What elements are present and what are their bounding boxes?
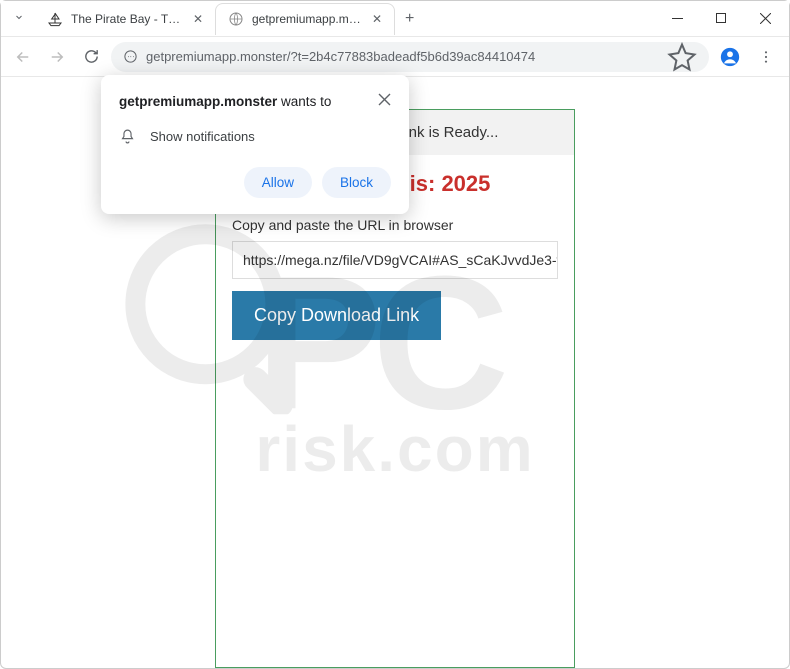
site-info-icon[interactable]: [123, 49, 138, 64]
maximize-icon: [716, 13, 727, 24]
reload-icon: [83, 48, 100, 65]
permission-row: Show notifications: [119, 128, 391, 145]
profile-avatar-icon: [719, 46, 741, 68]
new-tab-button[interactable]: +: [395, 10, 424, 28]
password-value: 2025: [441, 171, 490, 196]
block-button[interactable]: Block: [322, 167, 391, 198]
browser-tab-inactive[interactable]: The Pirate Bay - The galaxy's m ✕: [35, 3, 215, 35]
forward-button: [43, 43, 71, 71]
popup-site-name: getpremiumapp.monster: [119, 94, 277, 109]
address-bar[interactable]: getpremiumapp.monster/?t=2b4c77883badead…: [111, 42, 709, 72]
bookmark-star-icon[interactable]: [667, 42, 697, 72]
tab-scroll-chevron[interactable]: [3, 10, 35, 28]
copy-download-link-button[interactable]: Copy Download Link: [232, 291, 441, 340]
browser-toolbar: getpremiumapp.monster/?t=2b4c77883badead…: [1, 37, 789, 77]
close-icon: [760, 13, 771, 24]
url-text: getpremiumapp.monster/?t=2b4c77883badead…: [146, 49, 659, 64]
pirate-ship-icon: [47, 11, 63, 27]
dots-vertical-icon: [758, 49, 774, 65]
chevron-down-icon: [13, 11, 25, 23]
window-maximize-button[interactable]: [699, 1, 743, 37]
bell-icon: [119, 128, 136, 145]
close-tab-icon[interactable]: ✕: [193, 12, 203, 26]
close-icon: [378, 93, 391, 106]
permission-label: Show notifications: [150, 129, 255, 144]
popup-wants-text: wants to: [281, 94, 331, 109]
instruction-text: Copy and paste the URL in browser: [232, 217, 558, 233]
download-url-box[interactable]: https://mega.nz/file/VD9gVCAI#AS_sCaKJvv…: [232, 241, 558, 279]
back-button[interactable]: [9, 43, 37, 71]
allow-button[interactable]: Allow: [244, 167, 312, 198]
notification-permission-popup: getpremiumapp.monster wants to Show noti…: [101, 75, 409, 214]
profile-button[interactable]: [715, 42, 745, 72]
window-minimize-button[interactable]: [655, 1, 699, 37]
window-titlebar: The Pirate Bay - The galaxy's m ✕ getpre…: [1, 1, 789, 37]
window-close-button[interactable]: [743, 1, 787, 37]
arrow-left-icon: [14, 48, 32, 66]
close-tab-icon[interactable]: ✕: [372, 12, 382, 26]
globe-icon: [228, 11, 244, 27]
tab-label: The Pirate Bay - The galaxy's m: [71, 12, 185, 26]
browser-tab-active[interactable]: getpremiumapp.monster/?t=2 ✕: [215, 3, 395, 35]
arrow-right-icon: [48, 48, 66, 66]
minimize-icon: [672, 13, 683, 24]
popup-title: getpremiumapp.monster wants to: [119, 93, 339, 112]
popup-close-button[interactable]: [378, 93, 391, 111]
tab-label: getpremiumapp.monster/?t=2: [252, 12, 364, 26]
reload-button[interactable]: [77, 43, 105, 71]
kebab-menu-button[interactable]: [751, 42, 781, 72]
